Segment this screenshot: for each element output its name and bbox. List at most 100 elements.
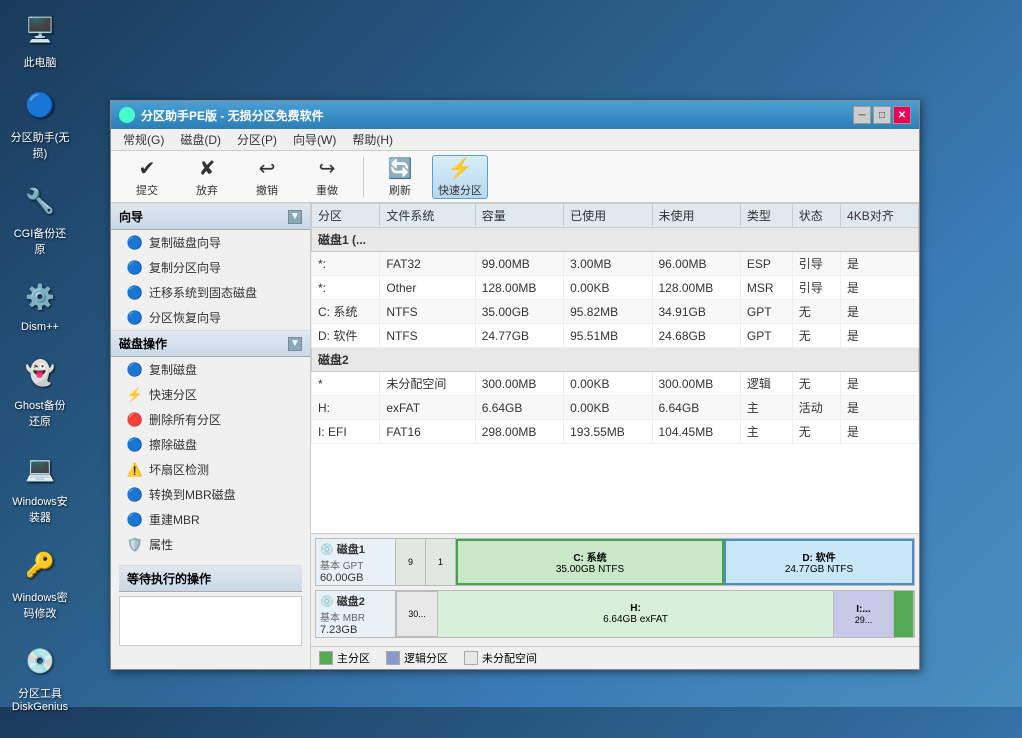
close-button[interactable]: ✕: [893, 106, 911, 124]
sidebar-item-delete-parts[interactable]: 🔴 删除所有分区: [111, 407, 310, 432]
table-row[interactable]: C: 系统 NTFS 35.00GB 95.82MB 34.91GB GPT 无…: [312, 300, 919, 324]
cell-align: 是: [841, 276, 919, 300]
to-mbr-icon: 🔵: [127, 487, 143, 503]
disk1-label: 💿 磁盘1: [320, 541, 391, 557]
sidebar-item-bad-sector[interactable]: ⚠️ 坏扇区检测: [111, 457, 310, 482]
cell-used: 0.00KB: [564, 276, 652, 300]
table-row[interactable]: *: Other 128.00MB 0.00KB 128.00MB MSR 引导…: [312, 276, 919, 300]
table-row[interactable]: H: exFAT 6.64GB 0.00KB 6.64GB 主 活动 是: [312, 396, 919, 420]
disk2-label: 💿 磁盘2: [320, 593, 391, 609]
minimize-button[interactable]: ─: [853, 106, 871, 124]
desktop-icon-cgi[interactable]: 🔧 CGI备份还原: [10, 181, 70, 257]
sidebar-item-copy-disk[interactable]: 🔵 复制磁盘向导: [111, 230, 310, 255]
menu-partition[interactable]: 分区(P): [229, 129, 285, 150]
disk2-part-small[interactable]: [894, 591, 914, 637]
desktop-icon-ghost[interactable]: 👻 Ghost备份还原: [10, 353, 70, 429]
menu-wizard[interactable]: 向导(W): [285, 129, 344, 150]
disk2-info: 💿 磁盘2 基本 MBR 7.23GB: [316, 591, 396, 637]
desktop-icon-partition[interactable]: 🔵 分区助手(无损): [10, 85, 70, 161]
partition-icon: 🔵: [20, 85, 60, 125]
discard-button[interactable]: ✘ 放弃: [179, 155, 235, 199]
wipe-disk-icon: 🔵: [127, 437, 143, 453]
title-bar-controls: ─ □ ✕: [853, 106, 911, 124]
sidebar-item-copy-part[interactable]: 🔵 复制分区向导: [111, 255, 310, 280]
disk1-header: 磁盘1 (...: [312, 228, 919, 252]
refresh-button[interactable]: 🔄 刷新: [372, 155, 428, 199]
col-align: 4KB对齐: [841, 204, 919, 228]
cell-free: 300.00MB: [652, 372, 740, 396]
cell-partition: C: 系统: [312, 300, 380, 324]
toolbar-divider: [363, 157, 364, 197]
col-free: 未使用: [652, 204, 740, 228]
sidebar-item-to-mbr[interactable]: 🔵 转换到MBR磁盘: [111, 482, 310, 507]
cell-status: 引导: [792, 252, 840, 276]
disk1-part-c[interactable]: C: 系统 35.00GB NTFS: [456, 539, 724, 585]
submit-button[interactable]: ✔ 提交: [119, 155, 175, 199]
cell-type: MSR: [740, 276, 792, 300]
disk2-header-row: 磁盘2: [312, 348, 919, 372]
sidebar-item-restore-part[interactable]: 🔵 分区恢复向导: [111, 305, 310, 330]
cell-type: GPT: [740, 300, 792, 324]
cell-status: 无: [792, 372, 840, 396]
cell-used: 0.00KB: [564, 396, 652, 420]
cell-free: 6.64GB: [652, 396, 740, 420]
table-row[interactable]: * 未分配空间 300.00MB 0.00KB 300.00MB 逻辑 无 是: [312, 372, 919, 396]
maximize-button[interactable]: □: [873, 106, 891, 124]
cell-type: 主: [740, 396, 792, 420]
quick-part-icon: ⚡: [127, 387, 143, 403]
desktop-icon-windows-pwd[interactable]: 🔑 Windows密码修改: [10, 545, 70, 621]
cell-partition: *:: [312, 252, 380, 276]
cell-fs: FAT32: [380, 252, 475, 276]
cell-free: 24.68GB: [652, 324, 740, 348]
menu-disk[interactable]: 磁盘(D): [172, 129, 229, 150]
cell-used: 3.00MB: [564, 252, 652, 276]
sidebar-item-properties[interactable]: 🛡️ 属性: [111, 532, 310, 557]
desktop-icon-windows-install[interactable]: 💻 Windows安装器: [10, 449, 70, 525]
sidebar-item-wipe-disk[interactable]: 🔵 擦除磁盘: [111, 432, 310, 457]
delete-parts-icon: 🔴: [127, 412, 143, 428]
disk2-part-h[interactable]: H: 6.64GB exFAT: [438, 591, 834, 637]
menu-general[interactable]: 常规(G): [115, 129, 172, 150]
cell-status: 引导: [792, 276, 840, 300]
pending-operations-box: [119, 596, 302, 646]
disk-ops-expand-btn[interactable]: ▼: [288, 337, 302, 351]
table-row[interactable]: *: FAT32 99.00MB 3.00MB 96.00MB ESP 引导 是: [312, 252, 919, 276]
app-icon: [119, 107, 135, 123]
cell-align: 是: [841, 324, 919, 348]
sidebar-item-copy-disk2[interactable]: 🔵 复制磁盘: [111, 357, 310, 382]
table-row[interactable]: D: 软件 NTFS 24.77GB 95.51MB 24.68GB GPT 无…: [312, 324, 919, 348]
cell-fs: exFAT: [380, 396, 475, 420]
cell-size: 128.00MB: [475, 276, 563, 300]
disk1-part-msr[interactable]: 1: [426, 539, 456, 585]
copy-part-icon: 🔵: [127, 260, 143, 276]
disk1-part-esp[interactable]: 9: [396, 539, 426, 585]
wizard-expand-btn[interactable]: ▼: [288, 210, 302, 224]
undo-button[interactable]: ↩ 撤销: [239, 155, 295, 199]
quick-partition-button[interactable]: ⚡ 快速分区: [432, 155, 488, 199]
cell-fs: Other: [380, 276, 475, 300]
sidebar-item-migrate-ssd[interactable]: 🔵 迁移系统到固态磁盘: [111, 280, 310, 305]
table-row[interactable]: I: EFI FAT16 298.00MB 193.55MB 104.45MB …: [312, 420, 919, 444]
cell-free: 34.91GB: [652, 300, 740, 324]
cell-status: 活动: [792, 396, 840, 420]
col-used: 已使用: [564, 204, 652, 228]
cell-fs: NTFS: [380, 300, 475, 324]
menu-help[interactable]: 帮助(H): [344, 129, 401, 150]
disk2-part-unalloc[interactable]: 30...: [396, 591, 438, 637]
desktop-icon-dism[interactable]: ⚙️ Dism++: [10, 277, 70, 333]
disk2-part-i[interactable]: I:... 29...: [834, 591, 894, 637]
desktop-icon-this-pc[interactable]: 🖥️ 此电脑: [10, 10, 70, 70]
disk2-viz-row: 💿 磁盘2 基本 MBR 7.23GB 30... H: 6.64GB exFA…: [315, 590, 915, 638]
wizard-section-header[interactable]: 向导 ▼: [111, 203, 310, 230]
disk1-size: 60.00GB: [320, 572, 391, 584]
disk-ops-section-header[interactable]: 磁盘操作 ▼: [111, 330, 310, 357]
sidebar-item-rebuild-mbr[interactable]: 🔵 重建MBR: [111, 507, 310, 532]
cell-size: 6.64GB: [475, 396, 563, 420]
submit-icon: ✔: [139, 156, 156, 181]
desktop-icon-diskgenius[interactable]: 💿 分区工具DiskGenius: [10, 641, 70, 713]
quick-partition-icon: ⚡: [448, 156, 473, 181]
redo-button[interactable]: ↪ 重做: [299, 155, 355, 199]
logical-color-swatch: [386, 651, 400, 665]
sidebar-item-quick-part[interactable]: ⚡ 快速分区: [111, 382, 310, 407]
disk1-part-d[interactable]: D: 软件 24.77GB NTFS: [724, 539, 914, 585]
